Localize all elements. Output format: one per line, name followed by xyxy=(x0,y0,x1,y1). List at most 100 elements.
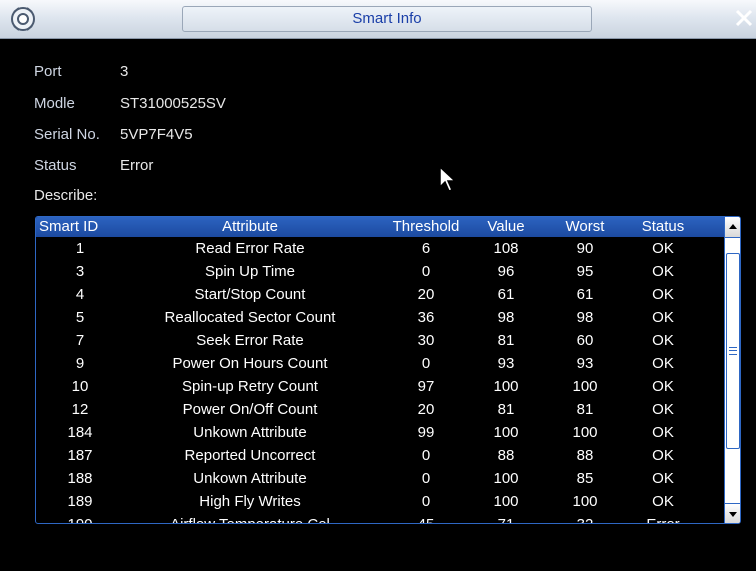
cell-attribute: Spin-up Retry Count xyxy=(182,378,318,395)
table-row[interactable]: 189 High Fly Writes 0 100 100 OK xyxy=(36,490,724,513)
serial-label: Serial No. xyxy=(34,126,100,143)
table-row[interactable]: 188 Unkown Attribute 0 100 85 OK xyxy=(36,467,724,490)
cell-value: 100 xyxy=(493,493,519,510)
cell-threshold: 0 xyxy=(421,263,431,280)
table-row[interactable]: 10 Spin-up Retry Count 97 100 100 OK xyxy=(36,375,724,398)
cell-smart-id: 184 xyxy=(67,424,93,441)
cell-smart-id: 5 xyxy=(75,309,85,326)
table-row[interactable]: 7 Seek Error Rate 30 81 60 OK xyxy=(36,329,724,352)
table-row[interactable]: 12 Power On/Off Count 20 81 81 OK xyxy=(36,398,724,421)
status-value: Error xyxy=(120,157,154,174)
cell-value: 93 xyxy=(497,355,515,372)
cell-smart-id: 12 xyxy=(71,401,89,418)
status-row: Status Error xyxy=(34,157,153,174)
cell-worst: 61 xyxy=(576,286,594,303)
cell-status: OK xyxy=(652,332,674,349)
header-worst[interactable]: Worst xyxy=(550,217,620,237)
cell-smart-id: 1 xyxy=(75,240,85,257)
cell-status: OK xyxy=(652,470,674,487)
mouse-pointer-icon xyxy=(439,165,457,192)
port-label: Port xyxy=(34,63,62,80)
cell-status: OK xyxy=(652,263,674,280)
cell-threshold: 30 xyxy=(417,332,435,349)
cell-threshold: 36 xyxy=(417,309,435,326)
cell-value: 61 xyxy=(497,286,515,303)
cell-status: Error xyxy=(628,513,698,523)
cell-attribute: Start/Stop Count xyxy=(194,286,306,303)
describe-label: Describe: xyxy=(34,187,98,204)
cell-status: OK xyxy=(652,355,674,372)
status-label: Status xyxy=(34,157,77,174)
table-row[interactable]: 1 Read Error Rate 6 108 90 OK xyxy=(36,237,724,260)
header-smart-id[interactable]: Smart ID xyxy=(39,217,119,237)
header-attribute[interactable]: Attribute xyxy=(120,217,380,237)
header-value[interactable]: Value xyxy=(468,217,544,237)
cell-threshold: 99 xyxy=(417,424,435,441)
cell-threshold: 97 xyxy=(417,378,435,395)
table-row[interactable]: 187 Reported Uncorrect 0 88 88 OK xyxy=(36,444,724,467)
grip-icon xyxy=(729,347,737,355)
header-status[interactable]: Status xyxy=(628,217,698,237)
close-icon[interactable] xyxy=(732,6,756,30)
cell-attribute: Reallocated Sector Count xyxy=(164,309,336,326)
table-row[interactable]: 9 Power On Hours Count 0 93 93 OK xyxy=(36,352,724,375)
model-row: Modle ST31000525SV xyxy=(34,95,226,112)
scroll-down-button[interactable] xyxy=(725,503,740,523)
cell-smart-id: 189 xyxy=(67,493,93,510)
cell-attribute: Seek Error Rate xyxy=(196,332,304,349)
cell-status: OK xyxy=(652,309,674,326)
cell-threshold: 20 xyxy=(417,401,435,418)
cell-attribute: High Fly Writes xyxy=(199,493,301,510)
cell-attribute: Read Error Rate xyxy=(195,240,305,257)
cell-worst: 95 xyxy=(576,263,594,280)
cell-threshold: 45 xyxy=(384,513,468,523)
cell-value: 108 xyxy=(493,240,519,257)
cell-worst: 85 xyxy=(576,470,594,487)
cell-value: 100 xyxy=(493,470,519,487)
table-header: Smart ID Attribute Threshold Value Worst… xyxy=(36,217,724,237)
cell-worst: 81 xyxy=(576,401,594,418)
cell-worst: 100 xyxy=(572,424,598,441)
cell-value: 100 xyxy=(493,424,519,441)
cell-worst: 88 xyxy=(576,447,594,464)
port-value: 3 xyxy=(120,63,129,80)
cell-value: 81 xyxy=(497,332,515,349)
model-label: Modle xyxy=(34,95,75,112)
cell-status: OK xyxy=(652,378,674,395)
cell-threshold: 6 xyxy=(421,240,431,257)
scroll-up-button[interactable] xyxy=(725,217,740,238)
cell-worst: 93 xyxy=(576,355,594,372)
window-title: Smart Info xyxy=(182,6,592,32)
arrow-down-icon xyxy=(729,512,737,517)
table-row[interactable]: 184 Unkown Attribute 99 100 100 OK xyxy=(36,421,724,444)
cell-smart-id: 4 xyxy=(75,286,85,303)
cell-status: OK xyxy=(652,286,674,303)
cell-value: 96 xyxy=(497,263,515,280)
cell-value: 81 xyxy=(497,401,515,418)
cell-attribute: Unkown Attribute xyxy=(193,424,307,441)
dvr-camera-icon xyxy=(11,7,35,31)
cell-smart-id: 10 xyxy=(71,378,89,395)
table-body: 1 Read Error Rate 6 108 90 OK 3 Spin Up … xyxy=(36,237,724,523)
cell-value: 100 xyxy=(493,378,519,395)
scrollbar-thumb[interactable] xyxy=(726,253,740,449)
table-row[interactable]: 3 Spin Up Time 0 96 95 OK xyxy=(36,260,724,283)
cell-smart-id: 187 xyxy=(67,447,93,464)
cell-attribute: Airflow Temperature Cel xyxy=(120,513,380,523)
table-row[interactable]: 5 Reallocated Sector Count 36 98 98 OK xyxy=(36,306,724,329)
header-threshold[interactable]: Threshold xyxy=(384,217,468,237)
cell-smart-id: 190 xyxy=(40,513,120,523)
cell-worst: 98 xyxy=(576,309,594,326)
describe-row: Describe: xyxy=(34,187,97,204)
vertical-scrollbar[interactable] xyxy=(724,217,740,523)
cell-value: 98 xyxy=(497,309,515,326)
cell-smart-id: 3 xyxy=(75,263,85,280)
table-row[interactable]: 190 Airflow Temperature Cel 45 71 32 Err… xyxy=(36,513,724,523)
cell-threshold: 0 xyxy=(421,493,431,510)
cell-status: OK xyxy=(652,447,674,464)
table-row[interactable]: 4 Start/Stop Count 20 61 61 OK xyxy=(36,283,724,306)
cell-threshold: 20 xyxy=(417,286,435,303)
cell-status: OK xyxy=(652,493,674,510)
cell-worst: 90 xyxy=(576,240,594,257)
cell-worst: 60 xyxy=(576,332,594,349)
